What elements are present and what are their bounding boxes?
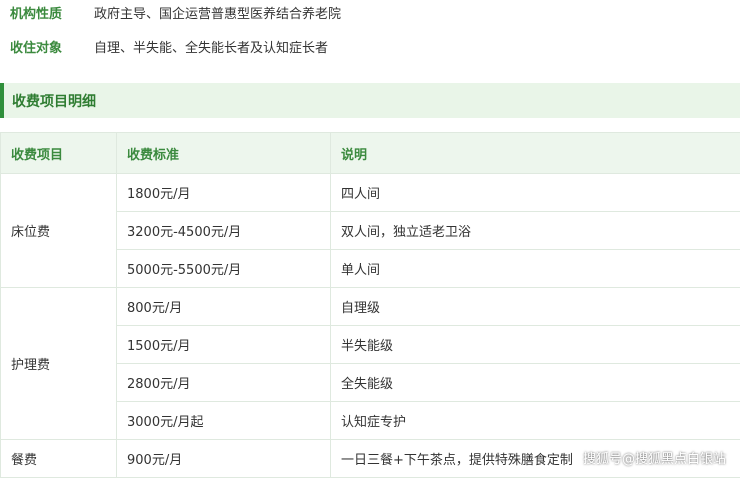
- desc-cell: 四人间: [331, 174, 740, 212]
- category-meal-fee: 餐费: [1, 440, 117, 478]
- fee-table: 收费项目 收费标准 说明 床位费 1800元/月 四人间 3200元-4500元…: [0, 132, 740, 478]
- header-desc: 说明: [331, 133, 740, 174]
- table-row: 餐费 900元/月 一日三餐+下午茶点，提供特殊膳食定制: [1, 440, 740, 478]
- desc-cell: 单人间: [331, 250, 740, 288]
- price-cell: 3000元/月起: [117, 402, 331, 440]
- desc-cell: 全失能级: [331, 364, 740, 402]
- info-row-nature: 机构性质 政府主导、国企运营普惠型医养结合养老院: [10, 2, 341, 22]
- price-cell: 2800元/月: [117, 364, 331, 402]
- info-value-target: 自理、半失能、全失能长者及认知症长者: [94, 37, 328, 56]
- section-title: 收费项目明细: [12, 91, 96, 111]
- price-cell: 900元/月: [117, 440, 331, 478]
- desc-cell: 双人间，独立适老卫浴: [331, 212, 740, 250]
- table-row: 床位费 1800元/月 四人间: [1, 174, 740, 212]
- section-accent-bar: [0, 83, 4, 118]
- desc-cell: 自理级: [331, 288, 740, 326]
- category-bed-fee: 床位费: [1, 174, 117, 288]
- info-value-nature: 政府主导、国企运营普惠型医养结合养老院: [94, 3, 341, 22]
- price-cell: 3200元-4500元/月: [117, 212, 331, 250]
- category-care-fee: 护理费: [1, 288, 117, 440]
- header-price: 收费标准: [117, 133, 331, 174]
- header-item: 收费项目: [1, 133, 117, 174]
- desc-cell: 认知症专护: [331, 402, 740, 440]
- table-row: 护理费 800元/月 自理级: [1, 288, 740, 326]
- price-cell: 1500元/月: [117, 326, 331, 364]
- price-cell: 5000元-5500元/月: [117, 250, 331, 288]
- desc-cell: 一日三餐+下午茶点，提供特殊膳食定制: [331, 440, 740, 478]
- info-label-target: 收住对象: [10, 37, 94, 56]
- info-row-target: 收住对象 自理、半失能、全失能长者及认知症长者: [10, 36, 328, 56]
- desc-cell: 半失能级: [331, 326, 740, 364]
- info-label-nature: 机构性质: [10, 3, 94, 22]
- price-cell: 800元/月: [117, 288, 331, 326]
- price-cell: 1800元/月: [117, 174, 331, 212]
- section-header: 收费项目明细: [0, 83, 740, 118]
- table-header-row: 收费项目 收费标准 说明: [1, 133, 740, 174]
